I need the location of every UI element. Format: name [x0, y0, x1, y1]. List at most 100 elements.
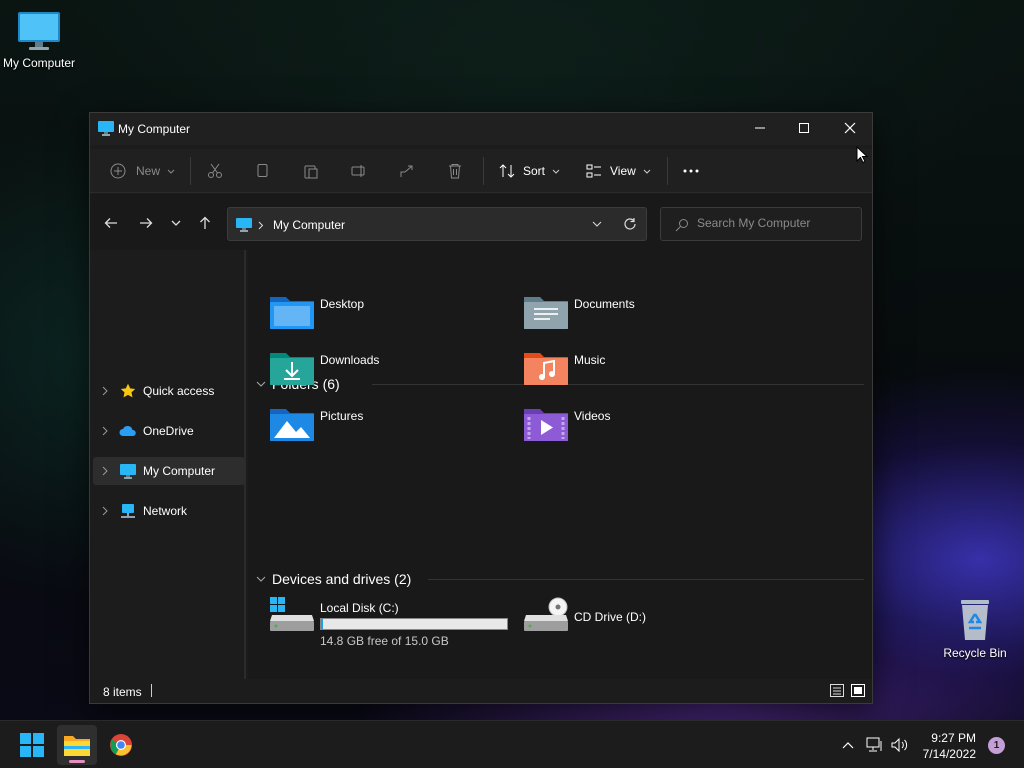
- desktop-icon-recycle-bin[interactable]: Recycle Bin: [932, 598, 1018, 660]
- search-box[interactable]: [660, 207, 862, 241]
- network-status-button[interactable]: [865, 735, 885, 755]
- up-button[interactable]: [195, 213, 215, 233]
- view-button[interactable]: View: [586, 159, 652, 183]
- chevron-down-icon: [167, 169, 175, 174]
- chevron-down-icon: [643, 169, 651, 174]
- chevron-down-icon[interactable]: [592, 220, 602, 228]
- view-icon: [586, 164, 601, 178]
- cut-button[interactable]: [207, 159, 223, 183]
- paste-button[interactable]: [303, 159, 319, 183]
- videos-folder-icon: [524, 409, 568, 441]
- close-button[interactable]: [827, 113, 873, 143]
- details-view-icon[interactable]: [830, 684, 844, 697]
- search-input[interactable]: [697, 216, 857, 230]
- copy-button[interactable]: [255, 159, 271, 183]
- file-explorer-window: My Computer New Sort View My Computer Se…: [89, 112, 873, 704]
- clock-time: 9:27 PM: [931, 731, 976, 745]
- taskbar-file-explorer[interactable]: [57, 725, 97, 765]
- folder-tile-music[interactable]: Music: [524, 349, 774, 397]
- drive-tile-cd-drive-d[interactable]: CD Drive (D:): [524, 597, 774, 645]
- arrow-up-icon: [200, 216, 210, 229]
- chevron-right-icon[interactable]: [102, 426, 108, 436]
- tiles-view-icon[interactable]: [851, 684, 865, 697]
- chevron-right-icon[interactable]: [102, 466, 108, 476]
- title-bar[interactable]: My Computer: [90, 113, 872, 145]
- network-icon: [121, 504, 135, 518]
- delete-button[interactable]: [447, 159, 463, 183]
- rename-button[interactable]: [351, 159, 367, 183]
- sort-button[interactable]: Sort: [499, 159, 561, 183]
- breadcrumb[interactable]: My Computer: [273, 218, 345, 232]
- copy-icon: [257, 164, 268, 177]
- cut-icon: [208, 163, 222, 178]
- separator: [667, 157, 668, 185]
- recent-locations-button[interactable]: [166, 213, 186, 233]
- chevron-right-icon: [258, 221, 264, 230]
- folder-tile-downloads[interactable]: Downloads: [270, 349, 520, 397]
- minimize-button[interactable]: [737, 113, 783, 143]
- folder-name: Documents: [574, 297, 635, 311]
- folder-name: Music: [574, 353, 606, 367]
- documents-folder-icon: [524, 297, 568, 329]
- notification-badge[interactable]: 1: [988, 737, 1005, 754]
- computer-icon: [18, 12, 60, 50]
- drive-name: Local Disk (C:): [320, 601, 399, 615]
- chevron-right-icon[interactable]: [102, 386, 108, 396]
- star-icon: [120, 383, 136, 398]
- address-row: My Computer: [90, 194, 872, 250]
- folder-name: Desktop: [320, 297, 365, 311]
- separator: [483, 157, 484, 185]
- item-count: 8 items: [103, 685, 142, 699]
- desktop-icon-my-computer[interactable]: My Computer: [0, 10, 82, 70]
- desktop-folder-icon: [270, 297, 314, 329]
- chevron-right-icon[interactable]: [102, 506, 108, 516]
- minimize-icon: [755, 127, 765, 129]
- folder-tile-videos[interactable]: Videos: [524, 405, 774, 453]
- folder-name: Videos: [574, 409, 611, 423]
- drives-group-header[interactable]: Devices and drives (2): [256, 569, 411, 589]
- back-button[interactable]: [101, 213, 121, 233]
- taskbar-clock[interactable]: 9:27 PM 7/14/2022: [923, 730, 976, 762]
- pictures-folder-icon: [270, 409, 314, 441]
- chevron-down-icon: [256, 381, 266, 387]
- start-button[interactable]: [12, 725, 52, 765]
- maximize-button[interactable]: [781, 113, 827, 143]
- downloads-folder-icon: [270, 353, 314, 385]
- address-bar[interactable]: My Computer: [227, 207, 647, 241]
- sidebar-item-onedrive[interactable]: OneDrive: [93, 417, 245, 445]
- more-options-button[interactable]: [682, 159, 700, 183]
- rename-icon: [351, 165, 365, 177]
- network-status-icon: [866, 737, 882, 752]
- sidebar-item-label: OneDrive: [143, 424, 194, 438]
- computer-icon: [120, 463, 136, 479]
- separator: [151, 684, 152, 697]
- refresh-icon[interactable]: [623, 217, 637, 231]
- taskbar-chrome[interactable]: [101, 725, 141, 765]
- chevron-down-icon: [171, 220, 181, 226]
- music-folder-icon: [524, 353, 568, 385]
- folder-name: Pictures: [320, 409, 364, 423]
- computer-icon: [236, 218, 252, 232]
- share-button[interactable]: [399, 159, 415, 183]
- folder-tile-desktop[interactable]: Desktop: [270, 293, 520, 341]
- windows-logo-icon: [20, 733, 44, 757]
- drive-free-space: 14.8 GB free of 15.0 GB: [320, 634, 449, 648]
- view-label: View: [610, 164, 636, 178]
- folder-tile-pictures[interactable]: Pictures: [270, 405, 520, 453]
- computer-icon: [98, 121, 114, 136]
- sidebar-item-network[interactable]: Network: [93, 497, 245, 525]
- volume-button[interactable]: [890, 735, 910, 755]
- folder-tile-documents[interactable]: Documents: [524, 293, 774, 341]
- sidebar-item-my-computer[interactable]: My Computer: [93, 457, 245, 485]
- drive-tile-local-disk-c[interactable]: Local Disk (C:) 14.8 GB free of 15.0 GB: [270, 597, 520, 648]
- forward-button[interactable]: [136, 213, 156, 233]
- navigation-pane: Quick access OneDrive My Computer Networ…: [90, 250, 246, 680]
- drive-usage-bar: [320, 618, 508, 630]
- sidebar-item-quick-access[interactable]: Quick access: [93, 377, 245, 405]
- arrow-left-icon: [104, 218, 117, 228]
- clock-date: 7/14/2022: [922, 747, 976, 761]
- close-icon: [844, 122, 856, 134]
- show-hidden-icons-button[interactable]: [838, 735, 858, 755]
- new-button[interactable]: New: [110, 159, 176, 183]
- status-bar: 8 items: [90, 679, 872, 703]
